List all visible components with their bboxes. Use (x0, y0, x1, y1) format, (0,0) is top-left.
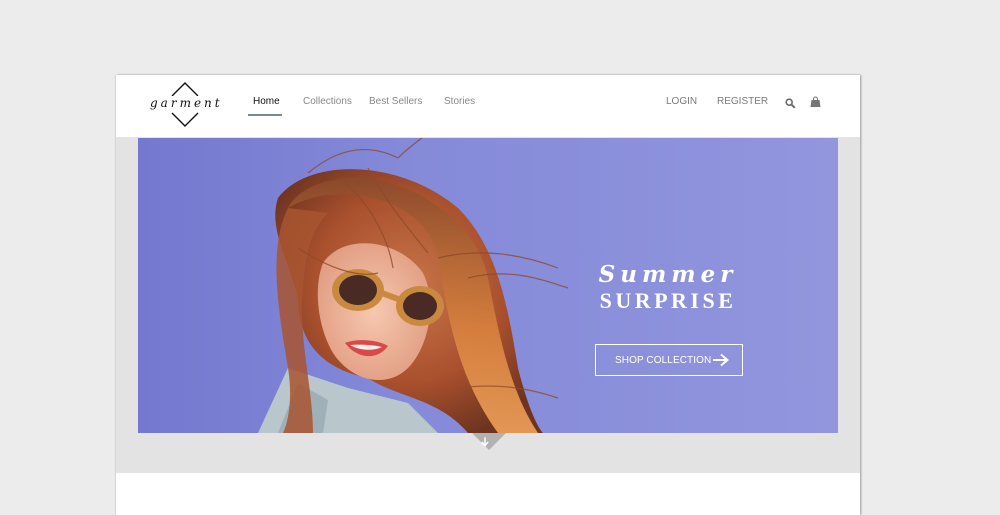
arrow-right-icon (712, 353, 730, 372)
login-link[interactable]: LOGIN (666, 96, 697, 107)
hero-heading: SURPRISE (599, 288, 737, 313)
search-icon[interactable] (785, 96, 796, 114)
shopping-bag-icon[interactable] (810, 95, 821, 113)
hero-copy: Summer SURPRISE (578, 262, 758, 314)
hero-section: Summer SURPRISE SHOP COLLECTION (116, 137, 860, 473)
shop-collection-label: SHOP COLLECTION (615, 355, 712, 366)
hero-script-heading: Summer (598, 261, 738, 288)
nav-stories[interactable]: Stories (444, 96, 475, 107)
nav-best-sellers[interactable]: Best Sellers (369, 96, 422, 107)
brand-name: garment (150, 96, 223, 110)
arrow-down-icon[interactable] (480, 434, 490, 452)
brand-logo[interactable]: garment (150, 82, 220, 128)
page-frame: garment Home Collections Best Sellers St… (116, 75, 860, 515)
content-area (116, 473, 860, 515)
nav-collections[interactable]: Collections (303, 96, 352, 107)
top-nav: garment Home Collections Best Sellers St… (116, 75, 860, 137)
nav-home[interactable]: Home (253, 96, 280, 107)
shop-collection-button[interactable]: SHOP COLLECTION (595, 344, 743, 376)
hero-banner: Summer SURPRISE SHOP COLLECTION (138, 138, 838, 433)
nav-active-indicator (248, 114, 282, 116)
register-link[interactable]: REGISTER (717, 96, 768, 107)
